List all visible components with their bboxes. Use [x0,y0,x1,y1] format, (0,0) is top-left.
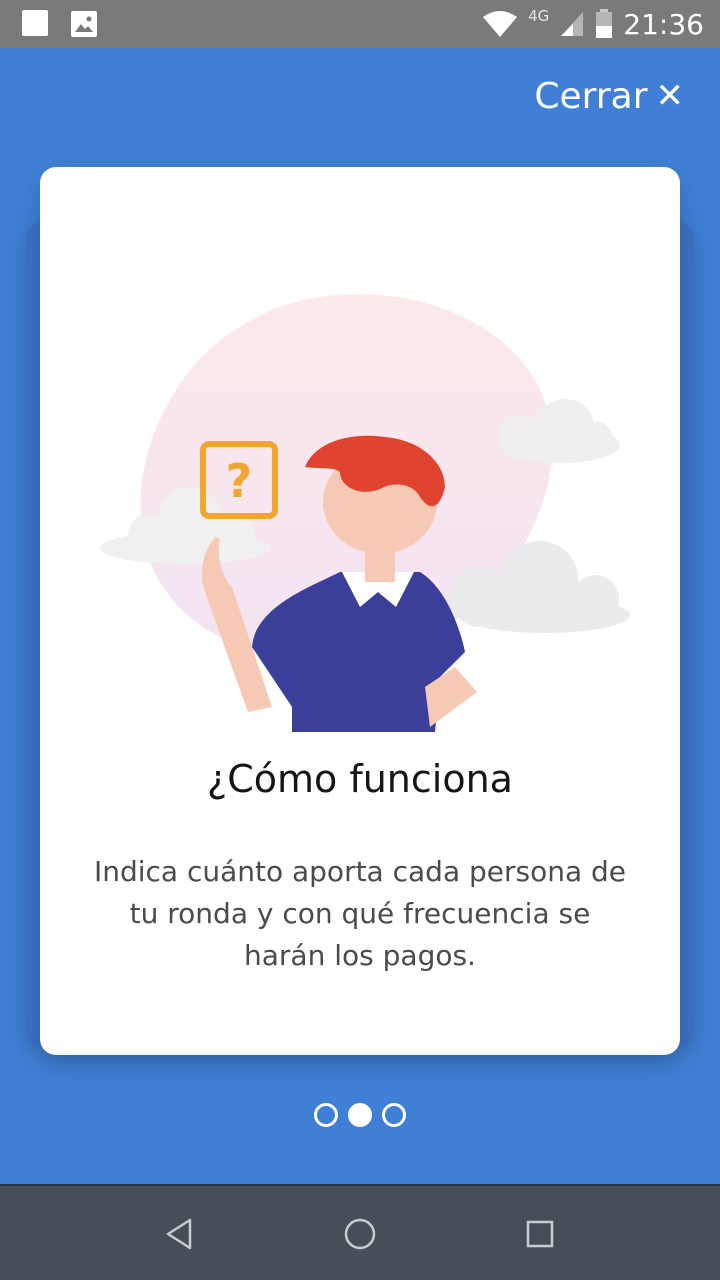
network-type-label: 4G [528,7,550,25]
notification-icons [22,10,98,38]
close-icon: ✕ [655,76,685,116]
page-dot-3[interactable] [382,1103,406,1127]
battery-icon [596,9,613,38]
svg-text:?: ? [226,454,253,508]
signal-icon [561,12,584,36]
page-dot-1[interactable] [314,1103,338,1127]
home-icon[interactable] [342,1216,378,1252]
onboarding-card[interactable]: ? ¿Cómo funciona Indica cuánto aporta ca… [40,167,680,1055]
close-button[interactable]: Cerrar ✕ [534,72,684,120]
clock: 21:36 [623,7,704,41]
page-indicator [0,1103,720,1129]
system-navigation-bar [0,1184,720,1280]
image-notification-icon [71,11,97,37]
wifi-icon [483,11,518,37]
card-description: Indica cuánto aporta cada persona de tu … [93,855,627,972]
status-bar: 4G 21:36 [0,0,720,48]
how-it-works-illustration: ? [100,294,630,732]
page-dot-2-active[interactable] [348,1103,372,1127]
notification-square-icon [22,10,48,36]
card-title: ¿Cómo funciona [207,757,513,801]
recents-icon[interactable] [522,1216,558,1252]
back-icon[interactable] [162,1216,198,1252]
close-label: Cerrar [534,75,648,117]
status-icons: 4G 21:36 [482,6,704,42]
